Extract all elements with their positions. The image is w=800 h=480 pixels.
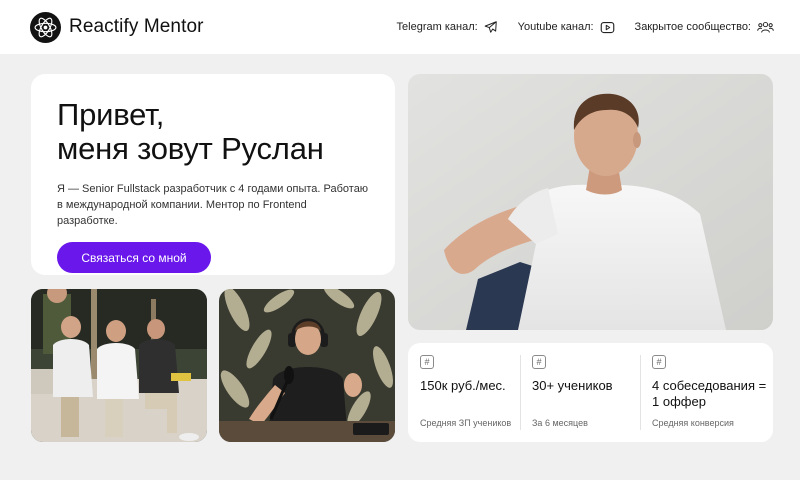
stat-caption: За 6 месяцев xyxy=(532,418,588,428)
brand[interactable]: Reactify Mentor xyxy=(30,11,204,43)
intro-description: Я — Senior Fullstack разработчик с 4 год… xyxy=(57,183,369,227)
nav-telegram-link[interactable]: Telegram канал: xyxy=(397,20,498,34)
nav-community-link[interactable]: Закрытое сообщество: xyxy=(635,20,774,34)
nav-community-label: Закрытое сообщество: xyxy=(634,21,751,33)
intro-card: Привет, меня зовут Руслан Я — Senior Ful… xyxy=(31,74,395,275)
portrait-photo xyxy=(408,74,773,330)
brand-name: Reactify Mentor xyxy=(69,16,204,37)
contact-button[interactable]: Связаться со мной xyxy=(57,242,211,273)
header-nav: Telegram канал: Youtube канал: Закрытое … xyxy=(397,20,774,34)
stat-value: 30+ учеников xyxy=(532,378,613,393)
youtube-icon xyxy=(600,21,614,33)
title-line-2: меня зовут Руслан xyxy=(57,131,324,166)
stat-value: 150к руб./мес. xyxy=(420,378,506,393)
studio-photo xyxy=(219,289,395,442)
stat-caption: Средняя ЗП учеников xyxy=(420,418,512,428)
stat-students: # 30+ учеников За 6 месяцев xyxy=(520,343,640,442)
stat-conversion: # 4 собеседования = 1 оффер Средняя конв… xyxy=(640,343,773,442)
site-header: Reactify Mentor Telegram канал: Youtube … xyxy=(0,0,800,54)
stat-value: 4 собеседования = 1 оффер xyxy=(652,378,767,409)
stats-card: # 150к руб./мес. Средняя ЗП учеников # 3… xyxy=(408,343,773,442)
telegram-icon xyxy=(484,21,497,33)
page-title: Привет, меня зовут Руслан xyxy=(57,98,369,166)
react-logo-icon xyxy=(30,11,61,43)
title-line-1: Привет, xyxy=(57,97,165,132)
stat-salary: # 150к руб./мес. Средняя ЗП учеников xyxy=(408,343,520,442)
nav-telegram-label: Telegram канал: xyxy=(396,21,478,33)
students-group-photo xyxy=(31,289,207,442)
hash-icon: # xyxy=(652,355,666,369)
hash-icon: # xyxy=(420,355,434,369)
nav-youtube-link[interactable]: Youtube канал: xyxy=(518,21,615,34)
community-icon xyxy=(757,21,774,33)
stat-caption: Средняя конверсия xyxy=(652,418,734,428)
nav-youtube-label: Youtube канал: xyxy=(517,21,594,33)
hash-icon: # xyxy=(532,355,546,369)
